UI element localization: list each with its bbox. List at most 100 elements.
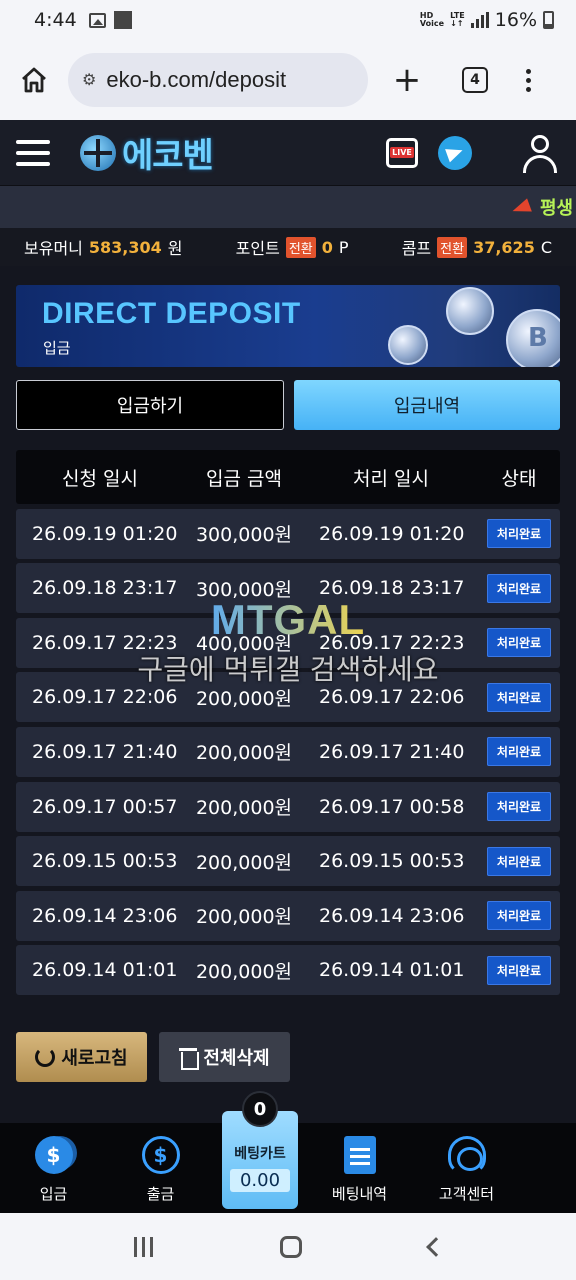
telegram-icon[interactable] xyxy=(438,135,472,170)
point-unit: P xyxy=(338,237,349,257)
table-row: 26.09.15 00:53 200,000원 26.09.15 00:53 처… xyxy=(16,836,560,887)
processed-date: 26.09.15 00:53 xyxy=(319,850,465,873)
system-back-button[interactable] xyxy=(425,1236,446,1257)
deposit-amount: 300,000원 xyxy=(195,578,293,601)
table-row: 26.09.17 21:40 200,000원 26.09.17 21:40 처… xyxy=(16,726,560,777)
tab-deposit-history[interactable]: 입금내역 xyxy=(294,380,560,430)
deposit-amount: 200,000원 xyxy=(195,687,293,710)
tune-icon[interactable]: ⚙ xyxy=(82,70,96,90)
site-header: 에코벤 LIVE xyxy=(0,120,576,186)
status-time: 4:44 xyxy=(34,9,77,31)
request-date: 26.09.19 01:20 xyxy=(32,522,178,545)
hd-voice-indicator: HD Voice xyxy=(420,12,444,28)
request-date: 26.09.18 23:17 xyxy=(32,577,178,600)
user-icon[interactable] xyxy=(520,133,560,173)
trash-icon xyxy=(179,1046,200,1070)
header-processed-date: 처리 일시 xyxy=(353,467,429,490)
nav-deposit[interactable]: $ 입금 xyxy=(0,1123,107,1213)
processed-date: 26.09.19 01:20 xyxy=(319,522,465,545)
point-balance: 포인트 전환 0 P xyxy=(236,235,349,259)
signal-icon xyxy=(470,12,489,28)
status-badge: 처리완료 xyxy=(486,792,552,822)
money-unit: 원 xyxy=(167,239,183,258)
logo-mark xyxy=(80,134,116,171)
action-buttons: 새로고침 전체삭제 xyxy=(16,1032,290,1082)
tab-deposit[interactable]: 입금하기 xyxy=(16,380,284,430)
processed-date: 26.09.18 23:17 xyxy=(319,577,465,600)
banner-title: DIRECT DEPOSIT xyxy=(42,297,301,330)
status-badge: 처리완료 xyxy=(486,901,552,931)
request-date: 26.09.14 23:06 xyxy=(32,904,178,927)
status-badge: 처리완료 xyxy=(486,955,552,985)
tab-switcher-button[interactable]: 4 xyxy=(462,67,488,93)
table-row: 26.09.14 01:01 200,000원 26.09.14 01:01 처… xyxy=(16,945,560,996)
deposit-amount: 300,000원 xyxy=(195,524,293,547)
status-badge: 처리완료 xyxy=(486,846,552,876)
more-icon[interactable] xyxy=(526,68,531,92)
nav-withdraw[interactable]: $ 출금 xyxy=(107,1123,214,1213)
marquee-message: 평생 xyxy=(512,194,573,220)
deposit-history-table: 신청 일시 입금 금액 처리 일시 상태 26.09.19 01:20 300,… xyxy=(16,450,560,996)
refresh-icon xyxy=(35,1047,56,1067)
document-icon xyxy=(343,1136,376,1174)
cart-count-badge: 0 xyxy=(242,1091,278,1127)
recent-apps-button[interactable] xyxy=(133,1236,153,1257)
system-navigation xyxy=(0,1213,576,1280)
bottom-navigation: $ 입금 $ 출금 0 베팅카트 0.00 베팅내역 고객센터 xyxy=(0,1091,576,1213)
nav-deposit-label: 입금 xyxy=(39,1185,68,1203)
voice-label: Voice xyxy=(419,19,445,28)
header-actions: LIVE xyxy=(386,133,560,173)
processed-date: 26.09.17 22:23 xyxy=(319,631,465,654)
delete-all-label: 전체삭제 xyxy=(203,1048,270,1069)
nav-betting-history[interactable]: 베팅내역 xyxy=(306,1123,413,1213)
url-text: eko-b.com/deposit xyxy=(106,67,287,92)
processed-date: 26.09.17 22:06 xyxy=(319,686,465,709)
nav-withdraw-label: 출금 xyxy=(146,1185,175,1203)
header-amount: 입금 금액 xyxy=(206,467,282,490)
request-date: 26.09.17 22:23 xyxy=(32,631,178,654)
money-label: 보유머니 xyxy=(24,239,83,258)
betting-cart-button[interactable]: 0 베팅카트 0.00 xyxy=(222,1091,298,1209)
point-value: 0 xyxy=(321,237,333,257)
coin-icon: $ xyxy=(34,1136,73,1174)
deposit-tabs: 입금하기 입금내역 xyxy=(16,380,560,430)
address-bar[interactable]: ⚙ eko-b.com/deposit xyxy=(68,53,368,107)
system-home-button[interactable] xyxy=(279,1235,302,1258)
request-date: 26.09.17 00:57 xyxy=(32,795,178,818)
cart-amount: 0.00 xyxy=(229,1168,291,1192)
processed-date: 26.09.17 00:58 xyxy=(319,795,465,818)
nav-support[interactable]: 고객센터 xyxy=(413,1123,520,1213)
lte-indicator: LTE ↓↑ xyxy=(450,12,465,28)
delete-all-button[interactable]: 전체삭제 xyxy=(159,1032,290,1082)
request-date: 26.09.17 21:40 xyxy=(32,740,178,763)
notice-marquee: 평생 xyxy=(0,186,576,228)
processed-date: 26.09.17 21:40 xyxy=(319,740,465,763)
table-row: 26.09.14 23:06 200,000원 26.09.14 23:06 처… xyxy=(16,890,560,941)
money-balance: 보유머니 583,304 원 xyxy=(24,235,183,259)
header-request-date: 신청 일시 xyxy=(62,467,138,490)
plus-icon[interactable]: + xyxy=(392,60,422,100)
lte-arrows: ↓↑ xyxy=(450,19,464,28)
header-status: 상태 xyxy=(501,467,537,490)
image-icon xyxy=(88,12,106,28)
deposit-amount: 200,000원 xyxy=(195,960,293,983)
home-icon[interactable] xyxy=(14,60,54,100)
status-bar: 4:44 HD Voice LTE ↓↑ 16% xyxy=(0,0,576,40)
comp-convert-button[interactable]: 전환 xyxy=(437,236,468,258)
request-date: 26.09.15 00:53 xyxy=(32,850,178,873)
request-date: 26.09.14 01:01 xyxy=(32,959,178,982)
processed-date: 26.09.14 23:06 xyxy=(319,904,465,927)
refresh-button[interactable]: 새로고침 xyxy=(16,1032,147,1082)
stop-icon xyxy=(113,11,132,29)
table-row: 26.09.17 00:57 200,000원 26.09.17 00:58 처… xyxy=(16,781,560,832)
cart-label: 베팅카트 xyxy=(234,1145,286,1162)
browser-toolbar: ⚙ eko-b.com/deposit + 4 xyxy=(0,40,576,120)
live-tv-icon[interactable]: LIVE xyxy=(386,137,418,168)
hamburger-icon[interactable] xyxy=(16,139,50,166)
site-logo[interactable]: 에코벤 xyxy=(80,128,214,177)
comp-label: 콤프 xyxy=(401,239,432,258)
point-convert-button[interactable]: 전환 xyxy=(285,236,316,258)
status-right: HD Voice LTE ↓↑ 16% xyxy=(420,9,554,31)
money-value: 583,304 xyxy=(88,237,162,257)
coin-decoration xyxy=(388,325,428,365)
